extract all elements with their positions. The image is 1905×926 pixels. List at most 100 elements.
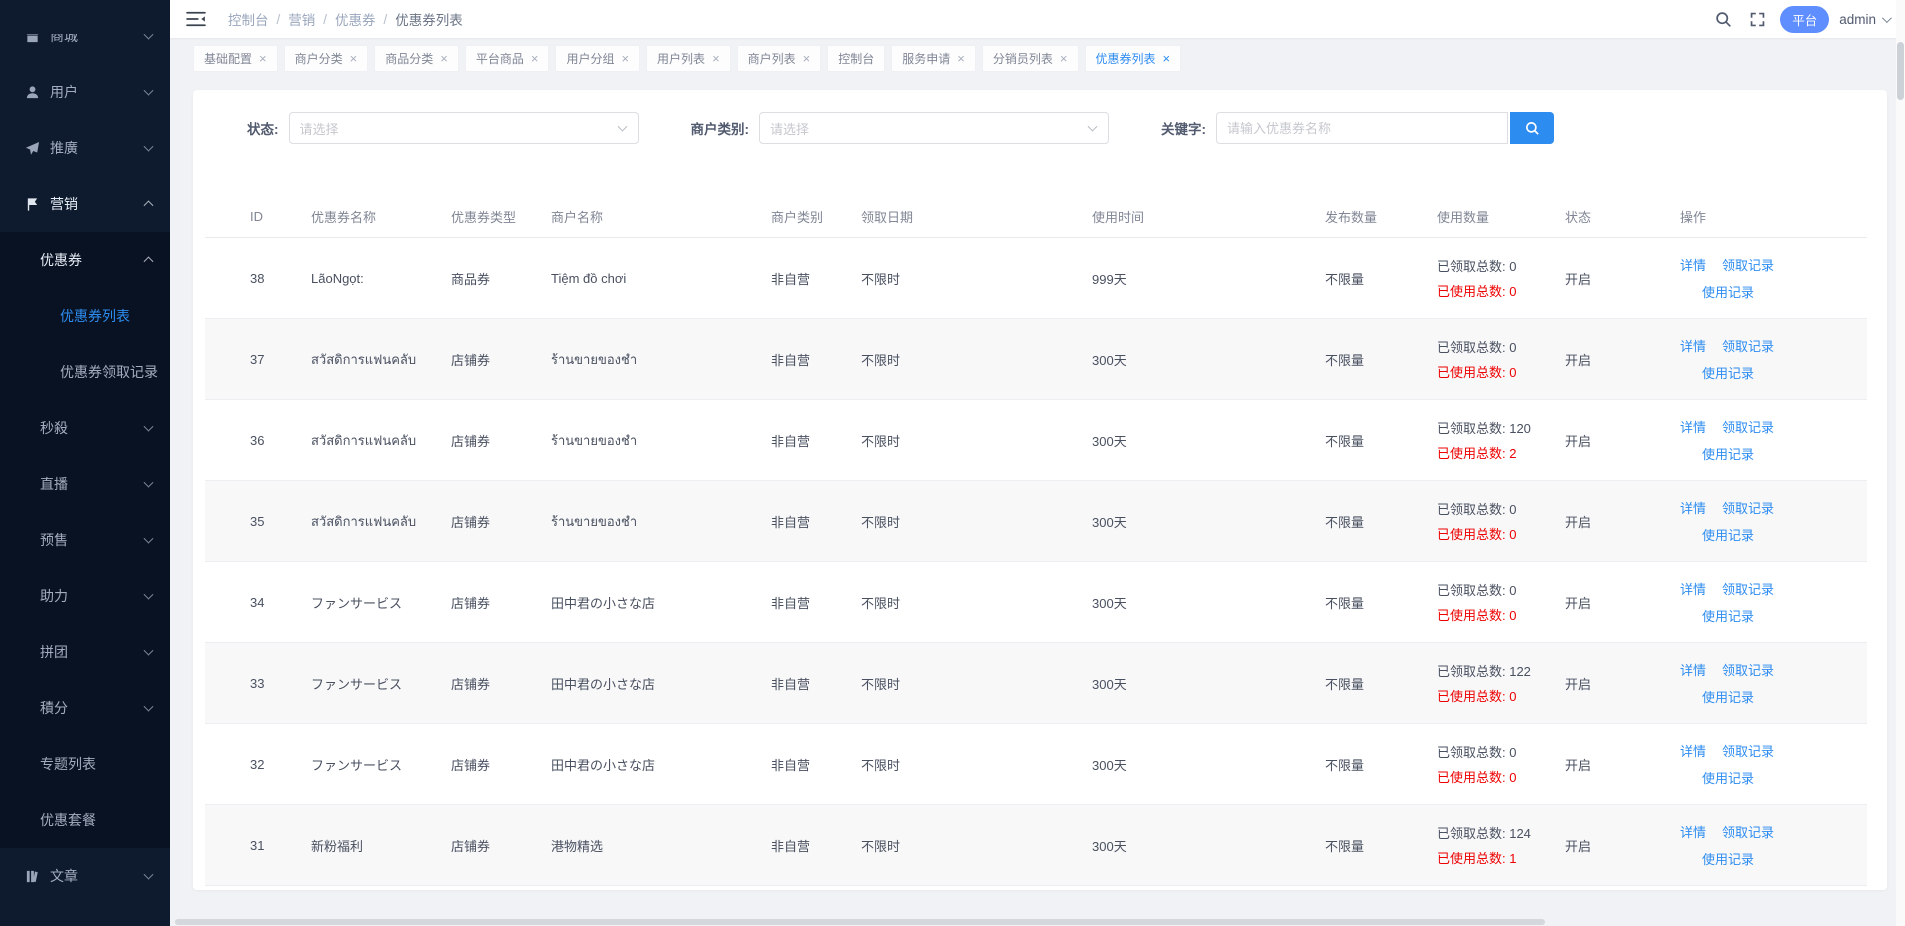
tab-基础配置[interactable]: 基础配置× bbox=[193, 45, 278, 72]
tab-控制台[interactable]: 控制台 bbox=[827, 45, 885, 72]
cell-status: 开启 bbox=[1565, 836, 1680, 855]
scrollbar-thumb[interactable] bbox=[1897, 42, 1904, 100]
detail-link[interactable]: 详情 bbox=[1680, 255, 1706, 274]
sidebar-item-专题列表[interactable]: 专题列表 bbox=[0, 736, 170, 792]
column-header-商户名称: 商户名称 bbox=[551, 207, 771, 226]
usage-records-link[interactable]: 使用记录 bbox=[1702, 285, 1754, 300]
status-select-placeholder: 请选择 bbox=[300, 119, 339, 138]
cell-coupon-name: สวัสดิการแฟนคลับ bbox=[311, 430, 451, 451]
sidebar-item-商城[interactable]: 商城 bbox=[0, 34, 170, 64]
sidebar-item-优惠券领取记录[interactable]: 优惠券领取记录 bbox=[0, 344, 170, 400]
usage-records-link[interactable]: 使用记录 bbox=[1702, 690, 1754, 705]
usage-records-link[interactable]: 使用记录 bbox=[1702, 528, 1754, 543]
sidebar-item-用户[interactable]: 用户 bbox=[0, 64, 170, 120]
article-icon bbox=[24, 868, 40, 884]
sidebar-item-拼团[interactable]: 拼团 bbox=[0, 624, 170, 680]
tab-用户分组[interactable]: 用户分组× bbox=[555, 45, 640, 72]
sidebar-item-文章[interactable]: 文章 bbox=[0, 848, 170, 904]
scrollbar-thumb[interactable] bbox=[175, 919, 1545, 925]
claim-records-link[interactable]: 领取记录 bbox=[1722, 417, 1774, 436]
horizontal-scrollbar[interactable] bbox=[170, 918, 1896, 926]
sidebar-item-label: 用户 bbox=[50, 82, 78, 102]
usage-records-link[interactable]: 使用记录 bbox=[1702, 447, 1754, 462]
menu-collapse-icon[interactable] bbox=[186, 10, 208, 28]
used-total: 已使用总数: 2 bbox=[1437, 443, 1557, 462]
close-icon[interactable]: × bbox=[531, 52, 539, 65]
tab-商品分类[interactable]: 商品分类× bbox=[374, 45, 459, 72]
usage-records-link[interactable]: 使用记录 bbox=[1702, 771, 1754, 786]
chevron-down-icon bbox=[1088, 122, 1098, 132]
tab-用户列表[interactable]: 用户列表× bbox=[646, 45, 731, 72]
platform-badge[interactable]: 平台 bbox=[1780, 6, 1829, 33]
close-icon[interactable]: × bbox=[259, 52, 267, 65]
breadcrumb-item[interactable]: 控制台 bbox=[228, 9, 269, 29]
close-icon[interactable]: × bbox=[1163, 52, 1171, 65]
cell-coupon-name: 新粉福利 bbox=[311, 836, 451, 855]
claim-records-link[interactable]: 领取记录 bbox=[1722, 579, 1774, 598]
sidebar-item-营销[interactable]: 营销 bbox=[0, 176, 170, 232]
close-icon[interactable]: × bbox=[803, 52, 811, 65]
cell-merchant-type: 非自营 bbox=[771, 269, 861, 288]
cell-merchant-type: 非自营 bbox=[771, 431, 861, 450]
close-icon[interactable]: × bbox=[621, 52, 629, 65]
claim-records-link[interactable]: 领取记录 bbox=[1722, 660, 1774, 679]
detail-link[interactable]: 详情 bbox=[1680, 336, 1706, 355]
cell-publish-qty: 不限量 bbox=[1325, 674, 1437, 693]
cell-coupon-type: 商品券 bbox=[451, 269, 551, 288]
sidebar-item-直播[interactable]: 直播 bbox=[0, 456, 170, 512]
keyword-input[interactable] bbox=[1216, 112, 1508, 144]
cell-claim-period: 不限时 bbox=[861, 350, 1092, 369]
sidebar-item-助力[interactable]: 助力 bbox=[0, 568, 170, 624]
detail-link[interactable]: 详情 bbox=[1680, 822, 1706, 841]
close-icon[interactable]: × bbox=[440, 52, 448, 65]
table-row: 34 ファンサービス 店铺券 田中君の小さな店 非自营 不限时 300天 不限量… bbox=[205, 562, 1867, 643]
usage-records-link[interactable]: 使用记录 bbox=[1702, 609, 1754, 624]
detail-link[interactable]: 详情 bbox=[1680, 579, 1706, 598]
tab-商户分类[interactable]: 商户分类× bbox=[284, 45, 369, 72]
sidebar-item-优惠券列表[interactable]: 优惠券列表 bbox=[0, 288, 170, 344]
close-icon[interactable]: × bbox=[1060, 52, 1068, 65]
sidebar-item-预售[interactable]: 预售 bbox=[0, 512, 170, 568]
detail-link[interactable]: 详情 bbox=[1680, 741, 1706, 760]
vertical-scrollbar[interactable] bbox=[1896, 0, 1905, 926]
breadcrumb-item[interactable]: 营销 bbox=[288, 9, 315, 29]
usage-records-link[interactable]: 使用记录 bbox=[1702, 366, 1754, 381]
filter-bar: 状态: 请选择 商户类别: 请选择 关键字: bbox=[205, 112, 1867, 144]
search-icon[interactable] bbox=[1708, 4, 1738, 34]
claim-records-link[interactable]: 领取记录 bbox=[1722, 498, 1774, 517]
user-menu[interactable]: admin bbox=[1839, 12, 1889, 27]
close-icon[interactable]: × bbox=[957, 52, 965, 65]
detail-link[interactable]: 详情 bbox=[1680, 417, 1706, 436]
table-row: 32 ファンサービス 店铺券 田中君の小さな店 非自营 不限时 300天 不限量… bbox=[205, 724, 1867, 805]
sidebar-item-積分[interactable]: 積分 bbox=[0, 680, 170, 736]
sidebar-item-label: 直播 bbox=[40, 474, 68, 494]
sidebar-item-推廣[interactable]: 推廣 bbox=[0, 120, 170, 176]
cell-merchant-name: 田中君の小さな店 bbox=[551, 755, 771, 774]
sidebar-item-优惠套餐[interactable]: 优惠套餐 bbox=[0, 792, 170, 848]
cell-coupon-type: 店铺券 bbox=[451, 674, 551, 693]
merchant-type-select[interactable]: 请选择 bbox=[759, 112, 1109, 144]
status-select[interactable]: 请选择 bbox=[289, 112, 639, 144]
claim-records-link[interactable]: 领取记录 bbox=[1722, 822, 1774, 841]
cell-claim-period: 不限时 bbox=[861, 836, 1092, 855]
tab-优惠券列表[interactable]: 优惠券列表× bbox=[1085, 45, 1182, 72]
tab-平台商品[interactable]: 平台商品× bbox=[465, 45, 550, 72]
close-icon[interactable]: × bbox=[712, 52, 720, 65]
claim-records-link[interactable]: 领取记录 bbox=[1722, 741, 1774, 760]
claim-records-link[interactable]: 领取记录 bbox=[1722, 336, 1774, 355]
search-button[interactable] bbox=[1510, 112, 1554, 144]
breadcrumb-item[interactable]: 优惠券 bbox=[335, 9, 376, 29]
cell-coupon-type: 店铺券 bbox=[451, 350, 551, 369]
sidebar-item-秒殺[interactable]: 秒殺 bbox=[0, 400, 170, 456]
close-icon[interactable]: × bbox=[350, 52, 358, 65]
tab-商户列表[interactable]: 商户列表× bbox=[737, 45, 822, 72]
sidebar-item-优惠券[interactable]: 优惠券 bbox=[0, 232, 170, 288]
fullscreen-icon[interactable] bbox=[1742, 4, 1772, 34]
claim-records-link[interactable]: 领取记录 bbox=[1722, 255, 1774, 274]
usage-records-link[interactable]: 使用记录 bbox=[1702, 852, 1754, 867]
used-total: 已使用总数: 1 bbox=[1437, 848, 1557, 867]
tab-服务申请[interactable]: 服务申请× bbox=[891, 45, 976, 72]
detail-link[interactable]: 详情 bbox=[1680, 660, 1706, 679]
tab-分销员列表[interactable]: 分销员列表× bbox=[982, 45, 1079, 72]
detail-link[interactable]: 详情 bbox=[1680, 498, 1706, 517]
